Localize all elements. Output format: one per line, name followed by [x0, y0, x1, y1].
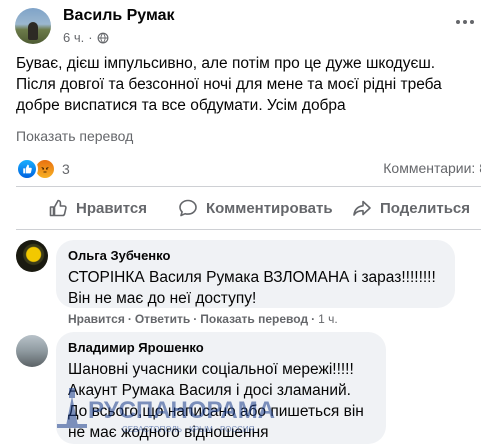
author-avatar[interactable]: [15, 8, 51, 44]
comment-icon: [179, 199, 197, 217]
like-reaction-icon: [16, 158, 38, 180]
share-icon: [353, 200, 371, 216]
see-translation-link[interactable]: Показать перевод: [16, 128, 133, 144]
comment-author[interactable]: Ольга Зубченко: [68, 248, 443, 264]
post-time[interactable]: 6 ч.: [63, 30, 84, 45]
comment-time[interactable]: 1 ч.: [318, 312, 338, 326]
comment-actions-sep: ·: [311, 312, 316, 326]
comment-author[interactable]: Владимир Ярошенко: [68, 340, 374, 356]
comment-reply-link[interactable]: Ответить: [135, 312, 190, 326]
comment-text: Шановні учасники соціальної мережі!!!!! …: [68, 361, 364, 441]
divider-bottom: [16, 229, 481, 230]
like-button-label: Нравится: [76, 199, 148, 217]
reaction-count: 3: [62, 161, 70, 177]
comment-bubble: Ольга Зубченко СТОРІНКА Василя Румака ВЗ…: [56, 240, 455, 308]
comment-like-link[interactable]: Нравится: [68, 312, 125, 326]
comment-avatar[interactable]: [16, 335, 48, 367]
reactions-summary[interactable]: 3: [16, 158, 70, 180]
comment-avatar[interactable]: [16, 240, 48, 272]
thumbs-up-icon: [49, 199, 67, 217]
comment-actions-sep: ·: [193, 312, 198, 326]
share-button-label: Поделиться: [380, 199, 471, 217]
comment-actions: Нравится · Ответить · Показать перевод ·…: [68, 312, 338, 326]
comment-text: СТОРІНКА Василя Румака ВЗЛОМАНА і зараз!…: [68, 269, 436, 307]
divider-top: [16, 186, 481, 187]
like-button[interactable]: Нравится: [48, 190, 147, 226]
comment-translate-link[interactable]: Показать перевод: [200, 312, 308, 326]
post-author-name[interactable]: Василь Румак: [63, 7, 175, 25]
comment-button-label: Комментировать: [206, 199, 333, 217]
avatar-figure: [28, 22, 38, 40]
comment-button[interactable]: Комментировать: [178, 190, 333, 226]
post-action-bar: Нравится Комментировать Поделиться: [0, 190, 481, 226]
comments-count[interactable]: Комментарии: 8: [383, 160, 481, 176]
meta-separator: ·: [88, 30, 93, 45]
post-meta: 6 ч. ·: [63, 30, 109, 45]
post-text: Буває, дієш імпульсивно, але потім про ц…: [16, 55, 442, 114]
share-button[interactable]: Поделиться: [352, 190, 470, 226]
more-horizontal-icon[interactable]: [453, 12, 477, 32]
globe-icon: [97, 32, 109, 43]
facebook-post: Василь Румак 6 ч. · Буває, дієш імпульси…: [0, 0, 481, 444]
comment-bubble: Владимир Ярошенко Шановні учасники соціа…: [56, 332, 386, 444]
comment-actions-sep: ·: [127, 312, 132, 326]
